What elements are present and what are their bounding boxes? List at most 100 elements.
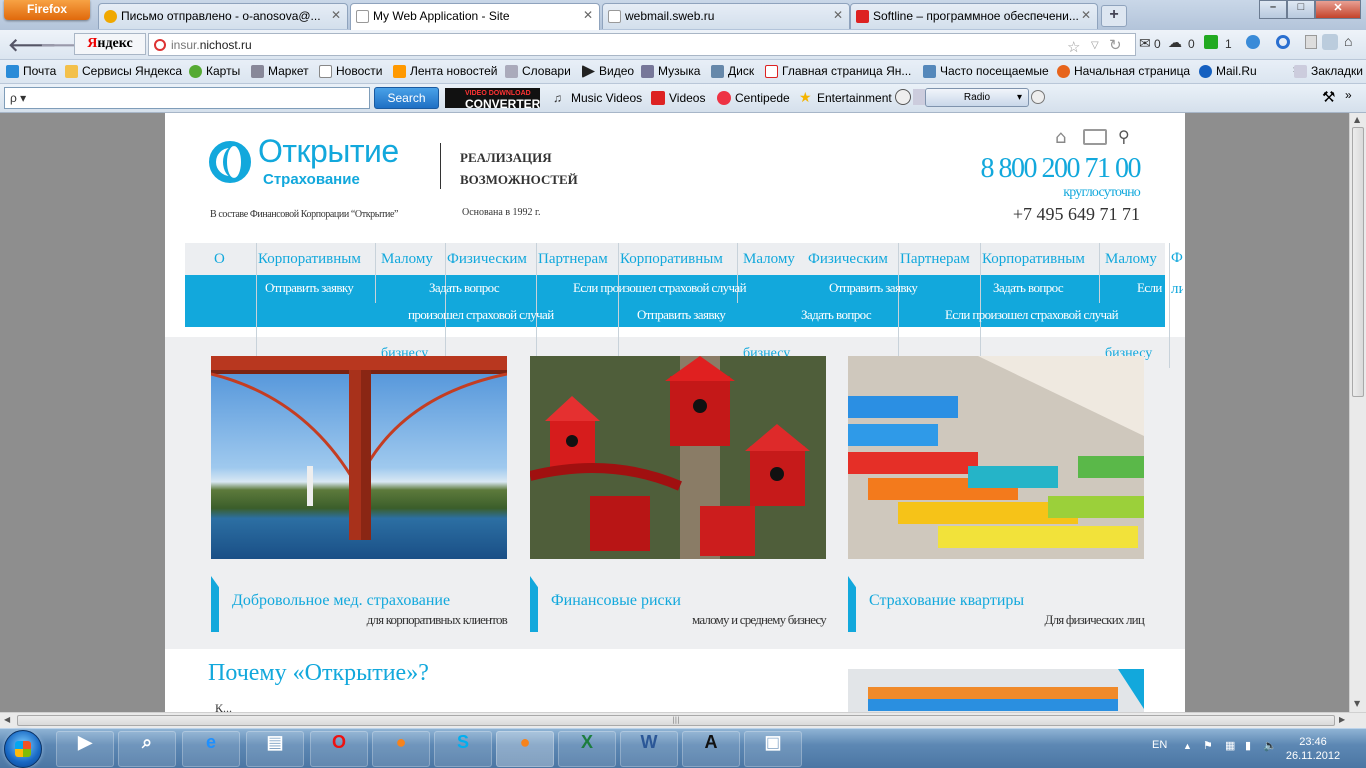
close-window-button[interactable]: ✕: [1315, 0, 1361, 19]
entertainment-link[interactable]: ★ Entertainment: [799, 89, 892, 105]
promo-card-apartment[interactable]: Страхование квартиры Для физических лиц: [848, 576, 1145, 632]
address-bar[interactable]: insur.nichost.ru ☆ ▽ ↻: [148, 33, 1136, 56]
reload-icon[interactable]: ↻: [1109, 36, 1122, 54]
vertical-scroll-thumb[interactable]: [1352, 127, 1364, 397]
promo-title[interactable]: Страхование квартиры: [869, 592, 1024, 610]
tab-mail-sent[interactable]: Письмо отправлено - o-anosova@... ✕: [98, 3, 348, 29]
firefox-icon[interactable]: ●: [372, 731, 430, 767]
scroll-right-icon[interactable]: ▶: [1339, 715, 1345, 724]
opera-icon[interactable]: O: [310, 731, 368, 767]
scroll-up-icon[interactable]: ▲: [1354, 115, 1360, 124]
radio-dropdown[interactable]: Radio ▾: [925, 88, 1029, 107]
toolbar-overflow-icon[interactable]: »: [1345, 88, 1352, 102]
power-icon[interactable]: ▮: [1245, 739, 1251, 752]
skype-icon[interactable]: S: [434, 731, 492, 767]
side-banner[interactable]: [848, 669, 1144, 712]
search-icon[interactable]: ⚲: [1118, 127, 1130, 146]
submenu-ask-question[interactable]: Задать вопрос: [429, 280, 500, 296]
bookmark-item[interactable]: Диск: [711, 64, 754, 78]
menu-item-corporate[interactable]: Корпоративным: [620, 243, 723, 275]
home-icon[interactable]: ⌂: [1055, 127, 1066, 148]
phone-moscow[interactable]: +7 495 649 71 71: [965, 204, 1140, 225]
green-badge-icon[interactable]: [1204, 35, 1218, 49]
submenu-insured-event[interactable]: Если произошел страховой случай: [573, 280, 747, 296]
tab-webmail[interactable]: webmail.sweb.ru ✕: [602, 3, 850, 29]
submenu-insured-event[interactable]: Если произошел страховой случай: [945, 307, 1119, 323]
sitemap-icon[interactable]: [1083, 129, 1107, 145]
videos-link[interactable]: Videos: [651, 91, 705, 105]
menu-item-individuals[interactable]: Физическим: [808, 243, 888, 275]
submenu-send-request[interactable]: Отправить заявку: [829, 280, 918, 296]
video-converter-button[interactable]: VIDEO DOWNLOAD CONVERTER: [445, 88, 540, 110]
cloud-icon[interactable]: ☁: [1168, 34, 1182, 51]
bookmark-item[interactable]: Mail.Ru: [1199, 64, 1257, 78]
promo-image-birdhouses[interactable]: [530, 356, 826, 559]
menu-item-individuals[interactable]: Физическим: [447, 243, 527, 275]
volume-icon[interactable]: 🔈: [1263, 739, 1277, 752]
bookmark-item[interactable]: Часто посещаемые: [923, 64, 1049, 78]
yandex-button[interactable]: Яндекс: [74, 33, 146, 55]
submenu-ask-question[interactable]: Задать вопрос: [801, 307, 872, 323]
excel-icon[interactable]: X: [558, 731, 616, 767]
promo-card-medical[interactable]: Добровольное мед. страхование для корпор…: [211, 576, 508, 632]
menu-item-partners[interactable]: Партнерам: [900, 243, 970, 275]
start-button[interactable]: [4, 730, 42, 768]
submenu-insured-event[interactable]: Ecли: [1137, 280, 1162, 296]
menu-item-partners[interactable]: Партнерам: [538, 243, 608, 275]
tab-softline[interactable]: Softline – программное обеспечени... ✕: [850, 3, 1098, 29]
bookmarks-folder[interactable]: Закладки: [1294, 64, 1363, 78]
promo-title[interactable]: Финансовые риски: [551, 592, 681, 610]
close-tab-icon[interactable]: ✕: [1081, 8, 1091, 22]
menu-item-about[interactable]: О: [214, 243, 225, 275]
horizontal-scroll-thumb[interactable]: |||: [17, 715, 1335, 726]
mail-icon[interactable]: ✉: [1139, 35, 1151, 52]
url-dropdown-icon[interactable]: ▽: [1091, 40, 1099, 51]
bookmark-item[interactable]: Начальная страница: [1057, 64, 1190, 78]
internet-explorer-icon[interactable]: e: [182, 731, 240, 767]
minimize-button[interactable]: –: [1259, 0, 1287, 19]
font-viewer-icon[interactable]: A: [682, 731, 740, 767]
language-indicator[interactable]: EN: [1152, 739, 1167, 751]
media-player-icon[interactable]: ▶: [56, 731, 114, 767]
close-tab-icon[interactable]: ✕: [833, 8, 843, 22]
submenu-ask-question[interactable]: Задать вопрос: [993, 280, 1064, 296]
menu-item-individuals[interactable]: Физическим лицам: [1171, 243, 1183, 305]
promo-image-colorful-house[interactable]: [848, 356, 1144, 559]
new-tab-button[interactable]: +: [1101, 5, 1127, 27]
volume-icon[interactable]: [913, 89, 925, 105]
close-tab-icon[interactable]: ✕: [583, 8, 593, 22]
horizontal-scrollbar[interactable]: ◀ ||| ▶: [0, 712, 1366, 728]
bookmark-item[interactable]: Почта: [6, 64, 56, 78]
word-icon[interactable]: W: [620, 731, 678, 767]
addon-icon[interactable]: [1322, 34, 1338, 50]
bookmark-item[interactable]: Карты: [189, 64, 240, 78]
bookmark-item[interactable]: Словари: [505, 64, 571, 78]
submenu-insured-event[interactable]: произошел страховой случай: [408, 307, 554, 323]
promo-image-bridge[interactable]: [211, 356, 507, 559]
stop-icon[interactable]: [1031, 90, 1045, 104]
bookmark-star-icon[interactable]: ☆: [1067, 38, 1080, 56]
clipboard-icon[interactable]: [1305, 35, 1317, 49]
home-icon[interactable]: ⌂: [1344, 33, 1352, 49]
maximize-button[interactable]: □: [1287, 0, 1315, 19]
tab-my-web-application[interactable]: My Web Application - Site ✕: [350, 3, 600, 30]
promo-card-financial[interactable]: Финансовые риски малому и среднему бизне…: [530, 576, 827, 632]
toolbar-search-input[interactable]: ρ ▾: [4, 87, 370, 109]
phone-hotline[interactable]: 8 800 200 71 00: [965, 153, 1142, 185]
scanner-icon[interactable]: ⌕: [118, 731, 176, 767]
scroll-left-icon[interactable]: ◀: [4, 715, 10, 724]
system-clock[interactable]: 23:46 26.11.2012: [1282, 735, 1344, 763]
menu-item-small-business[interactable]: Малому: [743, 243, 795, 275]
yandex-bar-icon[interactable]: [1246, 35, 1260, 49]
scroll-down-icon[interactable]: ▼: [1354, 699, 1360, 708]
bookmark-item[interactable]: Новости: [319, 64, 382, 78]
music-videos-link[interactable]: ♫ Music Videos: [553, 91, 642, 105]
close-tab-icon[interactable]: ✕: [331, 8, 341, 22]
logo-mark-icon[interactable]: [209, 141, 251, 183]
bookmark-item[interactable]: Главная страница Ян...: [765, 64, 911, 78]
action-center-icon[interactable]: ⚑: [1203, 739, 1213, 752]
menu-item-small-business[interactable]: Малому: [1105, 243, 1157, 275]
file-explorer-icon[interactable]: ▤: [246, 731, 304, 767]
menu-item-corporate[interactable]: Корпоративным: [258, 243, 361, 275]
tools-icon[interactable]: ⚒: [1322, 88, 1335, 106]
